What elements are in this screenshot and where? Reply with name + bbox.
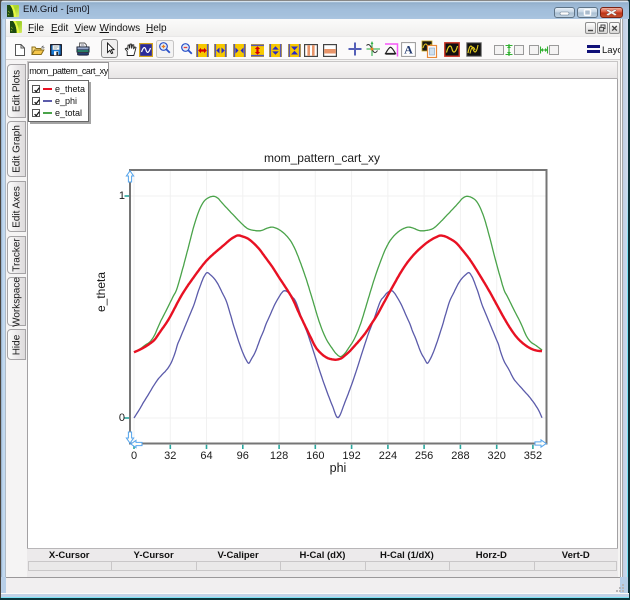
svg-text:A: A (404, 43, 413, 57)
